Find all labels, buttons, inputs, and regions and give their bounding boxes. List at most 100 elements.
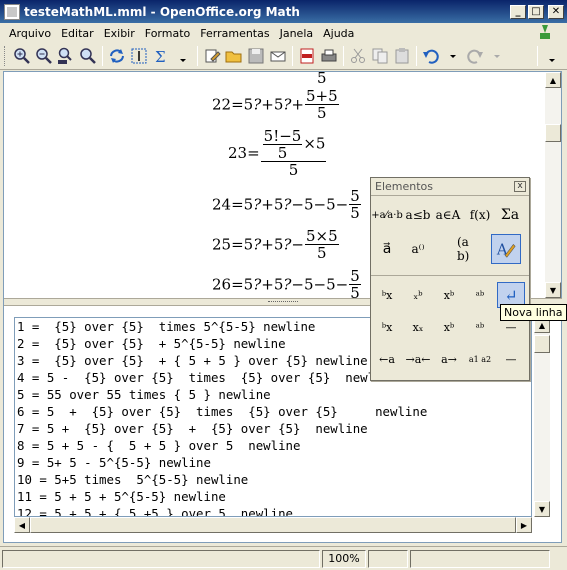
menu-ajuda[interactable]: Ajuda xyxy=(318,27,359,40)
zoom-level[interactable]: 100% xyxy=(322,549,366,568)
export-pdf-icon[interactable] xyxy=(296,45,318,67)
redo-dropdown-icon[interactable] xyxy=(486,45,508,67)
scroll-up-arrow-icon[interactable]: ▲ xyxy=(545,72,561,88)
elements-title: Elementos xyxy=(375,180,434,193)
formula-24-lhs: 24=5 xyxy=(212,195,254,214)
update-formula-icon[interactable] xyxy=(106,45,128,67)
formula-22-mid1: +5 xyxy=(261,95,284,114)
minimize-button[interactable]: _ xyxy=(510,4,526,19)
update-icon[interactable] xyxy=(537,25,553,41)
command-line[interactable]: 12 = 5 + 5 + { 5 +5 } over 5 newline xyxy=(15,505,531,516)
command-line[interactable]: 8 = 5 + 5 - { 5 + 5 } over 5 newline xyxy=(15,437,531,454)
formula-23-lhs: 23= xyxy=(228,144,260,162)
elements-titlebar[interactable]: Elementos x xyxy=(371,178,529,196)
menu-arquivo[interactable]: Arquivo xyxy=(4,27,56,40)
formula-25-mid2: − xyxy=(291,235,304,254)
toolbar-overflow-icon[interactable] xyxy=(172,45,194,67)
edit-file-icon[interactable] xyxy=(201,45,223,67)
command-line[interactable]: 7 = 5 + {5} over {5} + {5} over {5} newl… xyxy=(15,420,531,437)
relations-icon[interactable]: a≤b xyxy=(405,202,431,228)
scroll-thumb[interactable] xyxy=(545,124,561,142)
csub-icon[interactable]: xₓ xyxy=(404,314,432,340)
formula-23-inner-den: 5 xyxy=(277,144,288,162)
menu-exibir[interactable]: Exibir xyxy=(99,27,140,40)
align-right-icon[interactable]: a→ xyxy=(435,346,463,372)
commands-hscrollbar[interactable]: ◀ ▶ xyxy=(14,517,532,533)
brackets-icon[interactable]: (a b) xyxy=(457,235,483,263)
formula-24-mid2: −5−5− xyxy=(291,195,349,214)
formula-vscrollbar[interactable]: ▲ ▼ xyxy=(545,72,561,298)
undo-icon[interactable] xyxy=(420,45,442,67)
undo-dropdown-icon[interactable] xyxy=(442,45,464,67)
menu-janela[interactable]: Janela xyxy=(275,27,319,40)
csup-icon[interactable]: ₓᵇ xyxy=(404,282,432,308)
scroll-thumb[interactable] xyxy=(30,517,516,533)
sigma-icon[interactable]: Σ xyxy=(150,45,172,67)
zoom-100-icon[interactable] xyxy=(55,45,77,67)
formula-23: 23= 5!−5 5 ×5 5 xyxy=(228,128,327,178)
command-line[interactable]: 11 = 5 + 5 + 5^{5-5} newline xyxy=(15,488,531,505)
rsup-icon[interactable]: xᵇ xyxy=(435,282,463,308)
functions-icon[interactable]: f(x) xyxy=(467,202,493,228)
align-center-icon[interactable]: →a← xyxy=(404,346,432,372)
zoom-in-icon[interactable] xyxy=(11,45,33,67)
toolbar-grip[interactable] xyxy=(4,46,7,66)
toolbar-separator xyxy=(292,46,293,66)
formula-cursor-icon[interactable] xyxy=(128,45,150,67)
command-line[interactable]: 6 = 5 + {5} over {5} times {5} over {5} … xyxy=(15,403,531,420)
operators-icon[interactable]: Σa xyxy=(497,202,523,228)
show-all-icon[interactable] xyxy=(77,45,99,67)
commands-vscrollbar[interactable]: ▲ ▼ xyxy=(534,317,550,517)
attributes-icon[interactable]: a⃗ xyxy=(374,236,400,262)
mail-icon[interactable] xyxy=(267,45,289,67)
align-left-icon[interactable]: ←a xyxy=(373,346,401,372)
toolbar-separator xyxy=(343,46,344,66)
cut-icon[interactable] xyxy=(347,45,369,67)
menu-ferramentas[interactable]: Ferramentas xyxy=(195,27,274,40)
formula-24-num: 5 xyxy=(349,187,361,205)
open-folder-icon[interactable] xyxy=(223,45,245,67)
command-line[interactable]: 5 = 55 over 55 times { 5 } newline xyxy=(15,386,531,403)
scroll-left-arrow-icon[interactable]: ◀ xyxy=(14,517,30,533)
binom-icon[interactable]: ᵃᵇ xyxy=(466,282,494,308)
redo-icon[interactable] xyxy=(464,45,486,67)
command-line[interactable]: 10 = 5+5 times 5^{5-5} newline xyxy=(15,471,531,488)
set-operations-icon[interactable]: a∈A xyxy=(435,202,461,228)
scroll-down-arrow-icon[interactable]: ▼ xyxy=(534,501,550,517)
elements-symbols: ᵇx ₓᵇ xᵇ ᵃᵇ ↵ ᵇx xₓ xᵇ ᵃᵇ — ←a →a← a→ a1… xyxy=(371,280,529,380)
scroll-down-arrow-icon[interactable]: ▼ xyxy=(545,282,561,298)
zoom-out-icon[interactable] xyxy=(33,45,55,67)
status-cell xyxy=(410,549,550,568)
status-cell xyxy=(368,549,408,568)
unary-binary-operators-icon[interactable]: +a⁄a·b xyxy=(371,202,403,228)
menu-editar[interactable]: Editar xyxy=(56,27,99,40)
formula-24: 24=5?+5?−5−5− 5 5 xyxy=(212,188,362,221)
matrix-icon[interactable]: a1 a2 xyxy=(466,346,494,372)
others-icon[interactable]: a⁽⁾ xyxy=(405,236,431,262)
rsub-icon[interactable]: xᵇ xyxy=(435,314,463,340)
copy-icon[interactable] xyxy=(369,45,391,67)
splitter-grip[interactable] xyxy=(268,301,298,304)
menu-formato[interactable]: Formato xyxy=(140,27,196,40)
status-cell xyxy=(2,549,320,568)
formula-24-den: 5 xyxy=(350,204,360,222)
command-line[interactable]: 9 = 5+ 5 - 5^{5-5} newline xyxy=(15,454,531,471)
stack-icon[interactable]: ᵃᵇ xyxy=(466,314,494,340)
save-icon[interactable] xyxy=(245,45,267,67)
formats-icon[interactable]: A xyxy=(491,234,521,264)
print-icon[interactable] xyxy=(318,45,340,67)
lsub-icon[interactable]: ᵇx xyxy=(373,314,401,340)
close-button[interactable]: ✕ xyxy=(548,4,564,19)
scroll-thumb[interactable] xyxy=(534,335,550,353)
lsup-icon[interactable]: ᵇx xyxy=(373,282,401,308)
elements-close-icon[interactable]: x xyxy=(514,181,526,192)
paste-icon[interactable] xyxy=(391,45,413,67)
toolbar-separator xyxy=(416,46,417,66)
gap-icon[interactable]: — xyxy=(497,346,525,372)
scroll-right-arrow-icon[interactable]: ▶ xyxy=(516,517,532,533)
formula-22-num: 5+5 xyxy=(305,87,339,105)
window-title: testeMathML.mml - OpenOffice.org Math xyxy=(24,4,300,19)
toolbar-options-icon[interactable] xyxy=(541,45,563,67)
maximize-button[interactable]: □ xyxy=(528,4,544,19)
title-bar: testeMathML.mml - OpenOffice.org Math _ … xyxy=(0,0,567,23)
